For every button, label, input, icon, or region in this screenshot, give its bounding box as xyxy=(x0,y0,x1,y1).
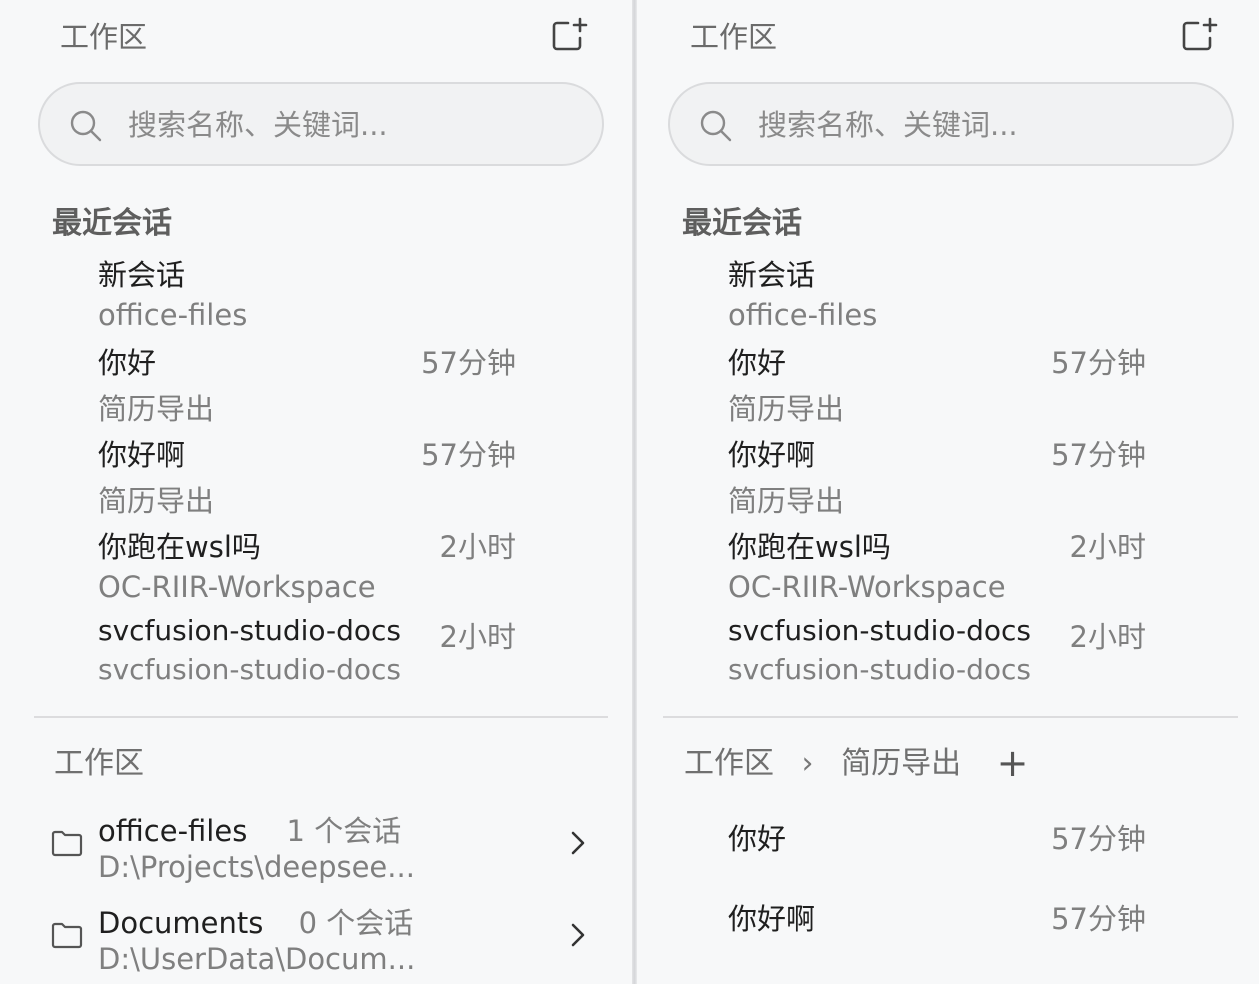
folder-icon xyxy=(51,922,83,949)
right-panel: 工作区 最近会话 新会话 office-files 你好 简历导出 57分钟 你… xyxy=(637,0,1259,984)
session-title: 你好 xyxy=(728,822,787,856)
search-input[interactable] xyxy=(126,98,550,152)
session-item[interactable]: 新会话 office-files xyxy=(728,252,877,332)
workspace-session-item[interactable]: 你好 xyxy=(728,816,786,858)
new-chat-icon[interactable] xyxy=(548,16,588,56)
session-item[interactable]: 你好啊 简历导出 xyxy=(98,432,214,520)
session-time: 57分钟 xyxy=(1051,822,1146,856)
add-session-button[interactable]: + xyxy=(997,741,1029,785)
session-title: 新会话 xyxy=(98,258,186,292)
panel-title: 工作区 xyxy=(60,20,148,54)
search-icon xyxy=(70,110,102,142)
workspace-path: D:\UserData\Docum... xyxy=(98,942,416,976)
session-title: 你跑在wsl吗 xyxy=(728,530,891,564)
session-workspace: OC-RIIR-Workspace xyxy=(728,570,1006,604)
search-box[interactable] xyxy=(38,82,604,166)
breadcrumb-current: 简历导出 xyxy=(841,746,962,781)
workspace-session-item[interactable]: 你好啊 xyxy=(728,896,815,938)
workspace-session-count: 1 个会话 xyxy=(286,814,402,848)
session-title: svcfusion-studio-docs xyxy=(98,614,402,647)
breadcrumb-root[interactable]: 工作区 xyxy=(684,746,774,781)
session-item[interactable]: 你好啊 简历导出 xyxy=(728,432,844,520)
session-title: 你好 xyxy=(728,346,787,380)
session-title: 你跑在wsl吗 xyxy=(98,530,261,564)
panel-title: 工作区 xyxy=(690,20,778,54)
session-title: 你好 xyxy=(98,346,157,380)
chevron-right-icon[interactable] xyxy=(568,828,588,858)
session-workspace: 简历导出 xyxy=(98,484,215,518)
session-time: 2小时 xyxy=(1069,620,1146,654)
workspace-session-count: 0 个会话 xyxy=(298,906,414,940)
session-title: 新会话 xyxy=(728,258,816,292)
session-workspace: svcfusion-studio-docs xyxy=(728,653,1032,686)
session-workspace: OC-RIIR-Workspace xyxy=(98,570,376,604)
workspaces-title: 工作区 xyxy=(54,746,144,781)
session-item[interactable]: svcfusion-studio-docs svcfusion-studio-d… xyxy=(728,614,1031,686)
session-time: 57分钟 xyxy=(1051,346,1146,380)
session-title: 你好啊 xyxy=(728,902,816,936)
session-time: 2小时 xyxy=(1069,530,1146,564)
session-workspace: office-files xyxy=(98,298,248,332)
workspace-name: Documents xyxy=(98,906,264,940)
session-time: 2小时 xyxy=(439,530,516,564)
workspace-item[interactable]: Documents 0 个会话 D:\UserData\Docum... xyxy=(0,898,632,978)
session-time: 57分钟 xyxy=(1051,438,1146,472)
session-workspace: svcfusion-studio-docs xyxy=(98,653,402,686)
session-title: 你好啊 xyxy=(98,438,186,472)
session-title: svcfusion-studio-docs xyxy=(728,614,1032,647)
search-input[interactable] xyxy=(756,98,1180,152)
search-box[interactable] xyxy=(668,82,1234,166)
session-workspace: 简历导出 xyxy=(728,392,845,426)
folder-icon xyxy=(51,830,83,857)
chevron-right-icon[interactable] xyxy=(568,920,588,950)
recent-sessions-title: 最近会话 xyxy=(682,206,802,241)
session-time: 57分钟 xyxy=(421,346,516,380)
session-item[interactable]: 你跑在wsl吗 OC-RIIR-Workspace xyxy=(728,524,1006,604)
session-time: 2小时 xyxy=(439,620,516,654)
divider xyxy=(34,716,608,718)
breadcrumb: 工作区 › 简历导出 + xyxy=(684,738,1028,785)
session-item[interactable]: svcfusion-studio-docs svcfusion-studio-d… xyxy=(98,614,401,686)
new-chat-icon[interactable] xyxy=(1178,16,1218,56)
session-item[interactable]: 你好 简历导出 xyxy=(98,340,214,428)
left-panel: 工作区 最近会话 新会话 office-files 你好 简历导出 57分钟 你… xyxy=(0,0,632,984)
session-title: 你好啊 xyxy=(728,438,816,472)
session-time: 57分钟 xyxy=(421,438,516,472)
divider xyxy=(663,716,1238,718)
session-workspace: office-files xyxy=(728,298,878,332)
workspace-name: office-files xyxy=(98,814,248,848)
recent-sessions-title: 最近会话 xyxy=(52,206,172,241)
workspace-item[interactable]: office-files 1 个会话 D:\Projects\deepsee..… xyxy=(0,806,632,886)
session-item[interactable]: 你跑在wsl吗 OC-RIIR-Workspace xyxy=(98,524,376,604)
workspace-path: D:\Projects\deepsee... xyxy=(98,850,415,884)
session-time: 57分钟 xyxy=(1051,902,1146,936)
session-item[interactable]: 新会话 office-files xyxy=(98,252,247,332)
chevron-right-icon: › xyxy=(801,746,814,781)
search-icon xyxy=(700,110,732,142)
session-workspace: 简历导出 xyxy=(98,392,215,426)
session-workspace: 简历导出 xyxy=(728,484,845,518)
session-item[interactable]: 你好 简历导出 xyxy=(728,340,844,428)
